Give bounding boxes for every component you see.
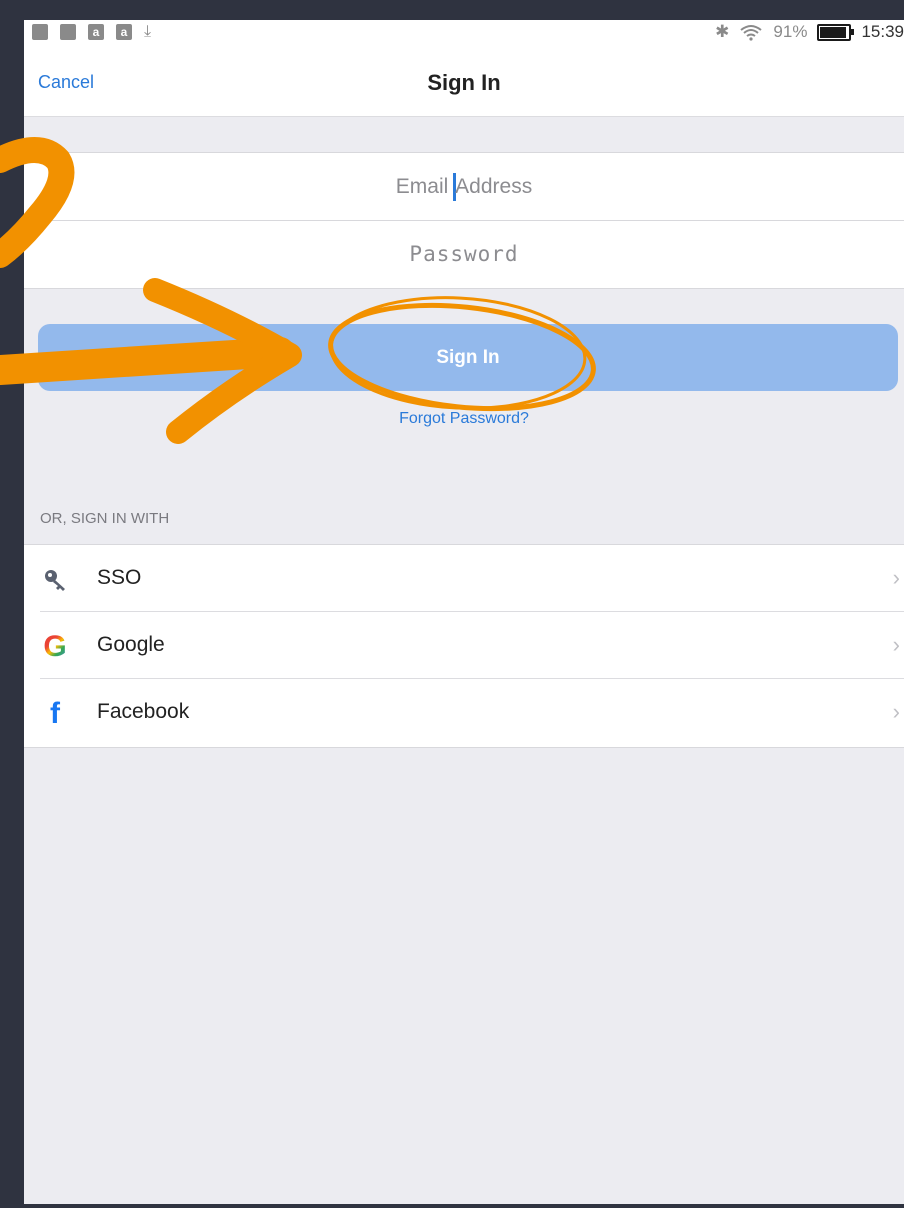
amazon-icon: a xyxy=(116,24,132,40)
nav-bar: Cancel Sign In xyxy=(24,46,904,117)
sso-label: SSO xyxy=(97,566,142,589)
chevron-right-icon: › xyxy=(892,632,900,657)
wifi-icon xyxy=(740,25,763,41)
password-field[interactable]: Password xyxy=(24,221,904,288)
email-placeholder-start: Email xyxy=(395,175,455,198)
bluetooth-icon: ✱ xyxy=(715,22,730,41)
download-icon: ⤓ xyxy=(144,23,152,40)
status-bar: a a ⤓ ✱ 91% 15:39 xyxy=(24,20,904,46)
sign-in-button[interactable]: Sign In xyxy=(38,324,898,391)
battery-icon xyxy=(817,23,855,41)
google-glyph: G xyxy=(43,630,67,663)
facebook-glyph: f xyxy=(50,697,60,730)
chevron-right-icon: › xyxy=(892,699,900,724)
list-item-google[interactable]: G Google › xyxy=(24,612,904,679)
amazon-icon: a xyxy=(88,24,104,40)
login-fields: Email Address Password xyxy=(24,152,904,289)
status-time: 15:39 xyxy=(861,22,904,41)
alt-signin-header: OR, SIGN IN WITH xyxy=(40,510,170,527)
alt-signin-list: SSO › G Google › f Facebook › xyxy=(24,544,904,748)
facebook-label: Facebook xyxy=(97,700,190,723)
list-item-sso[interactable]: SSO › xyxy=(24,545,904,612)
page-title: Sign In xyxy=(427,70,501,95)
email-placeholder-cursor-letter: A xyxy=(455,175,470,198)
key-icon xyxy=(40,565,70,595)
google-label: Google xyxy=(97,633,165,656)
image-icon xyxy=(60,24,76,40)
book-icon xyxy=(32,24,48,40)
chevron-right-icon: › xyxy=(892,565,900,590)
email-placeholder-end: ddress xyxy=(469,175,533,198)
email-field[interactable]: Email Address xyxy=(24,153,904,221)
list-item-facebook[interactable]: f Facebook › xyxy=(24,679,904,746)
battery-percent: 91% xyxy=(773,22,808,41)
google-icon: G xyxy=(40,630,70,663)
device-screen: a a ⤓ ✱ 91% 15:39 Cancel Sign In Email A… xyxy=(24,20,904,1204)
facebook-icon: f xyxy=(40,697,70,730)
forgot-password-link[interactable]: Forgot Password? xyxy=(24,410,904,428)
